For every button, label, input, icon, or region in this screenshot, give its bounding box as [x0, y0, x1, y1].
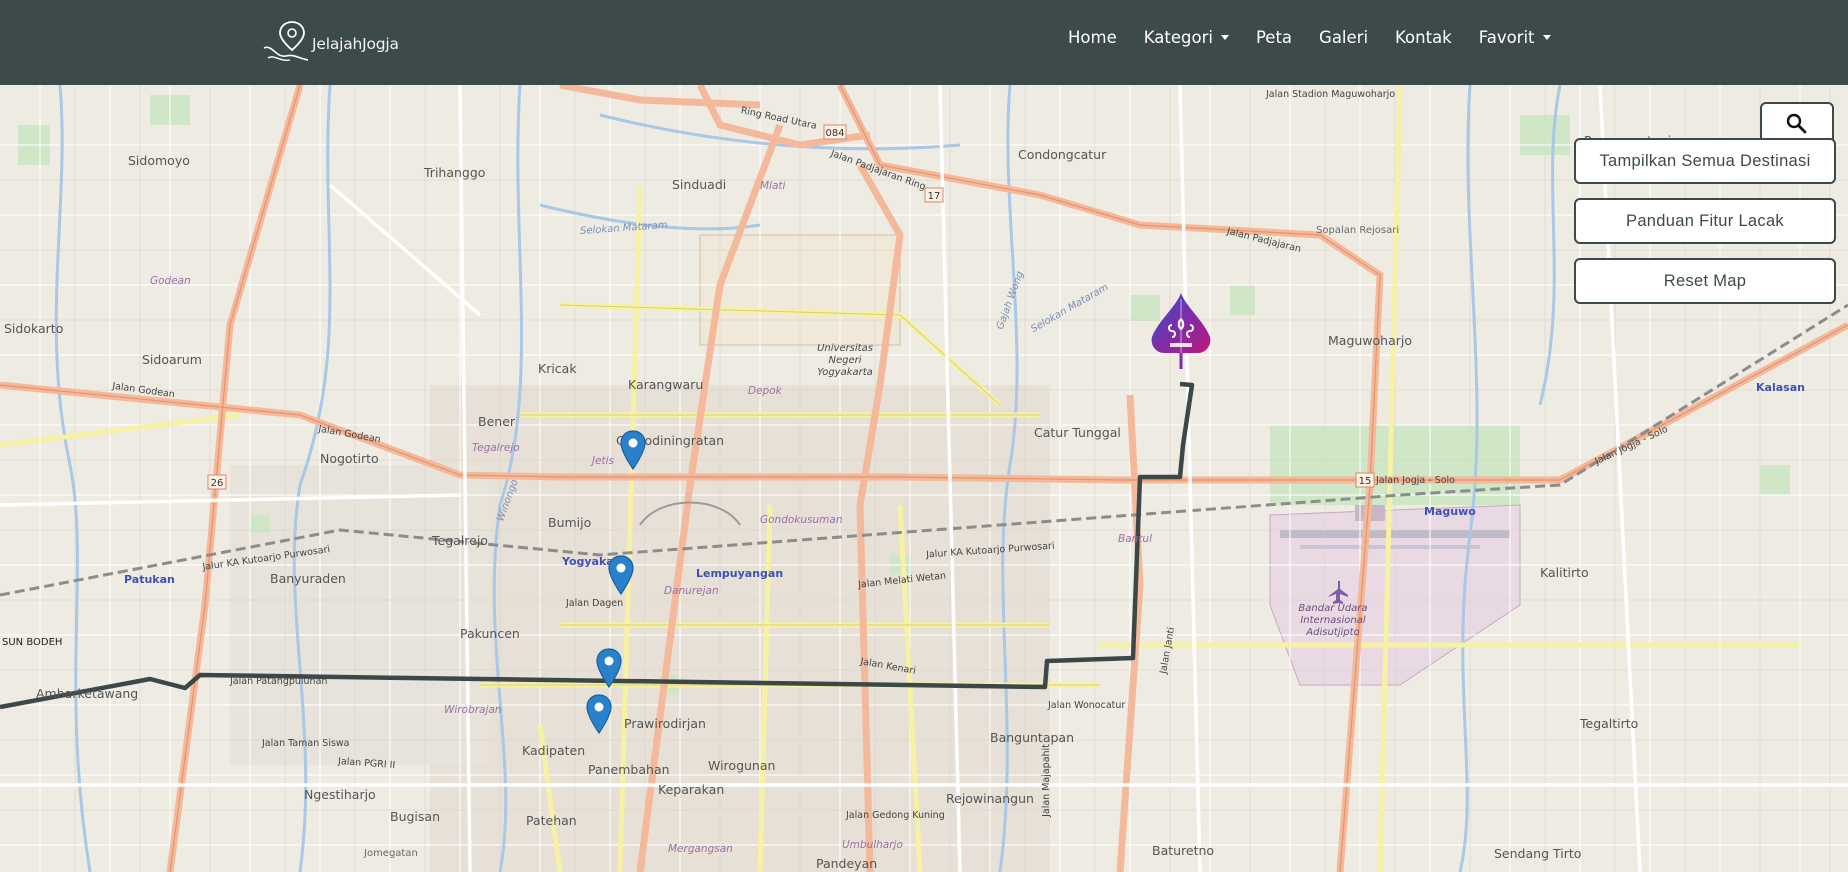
place-label: Keparakan [658, 782, 725, 797]
place-label: Bugisan [390, 809, 440, 824]
place-label: Patehan [526, 813, 577, 828]
nav-galeri-label: Galeri [1319, 28, 1369, 47]
svg-text:26: 26 [211, 478, 224, 489]
map-canvas[interactable]: 084 17 26 15 Sidomoyo Trihanggo Sinduadi… [0, 85, 1848, 872]
place-label: Catur Tunggal [1034, 425, 1121, 440]
road-label: Jalan Gedong Kuning [846, 810, 945, 821]
navbar: JelajahJogja Home Kategori Peta Galeri K… [0, 0, 1848, 85]
station-label: Lempuyangan [696, 567, 784, 580]
place-label: Trihanggo [424, 165, 486, 180]
place-label: Patukan [124, 573, 175, 586]
show-all-label: Tampilkan Semua Destinasi [1599, 151, 1811, 170]
nav-kategori-label: Kategori [1143, 28, 1213, 47]
place-label: Kricak [538, 361, 577, 376]
place-label: Karangwaru [628, 377, 704, 392]
area-label: Depok [748, 385, 782, 397]
nav-peta[interactable]: Peta [1256, 28, 1292, 47]
show-all-destinations-button[interactable]: Tampilkan Semua Destinasi [1574, 138, 1836, 184]
nav-kategori-dropdown[interactable]: Kategori [1144, 28, 1229, 47]
nav-home-label: Home [1068, 28, 1117, 47]
nav-kontak[interactable]: Kontak [1395, 28, 1452, 47]
place-label: Tegaltirto [1580, 716, 1639, 731]
area-label: Godean [150, 275, 191, 287]
station-label: Kalasan [1756, 381, 1805, 394]
area-label: Tegalrejo [472, 442, 520, 454]
nav-favorit-dropdown[interactable]: Favorit [1479, 28, 1551, 47]
area-label: Umbulharjo [842, 839, 903, 851]
brand-name: JelajahJogja [312, 35, 399, 53]
caret-down-icon [1542, 35, 1551, 40]
area-label: Bantul [1118, 533, 1152, 545]
road-label: Jalan Jogja - Solo [1376, 475, 1455, 486]
place-label: Banyuraden [270, 571, 346, 586]
nav-favorit-label: Favorit [1478, 28, 1535, 47]
place-label: Sendang Tirto [1494, 846, 1582, 861]
nav-galeri[interactable]: Galeri [1319, 28, 1368, 47]
place-label: Prawirodirjan [624, 716, 706, 731]
nav-menu: Home Kategori Peta Galeri Kontak Favorit [1068, 28, 1578, 47]
place-label: Pakuncen [460, 626, 520, 641]
nav-peta-label: Peta [1255, 28, 1293, 47]
station-label: Maguwo [1424, 505, 1476, 518]
area-label: Gondokusuman [760, 514, 843, 526]
area-label: Mlati [760, 180, 786, 192]
place-label: Ngestiharjo [304, 787, 376, 802]
place-label: Bandar Udara Internasional Adisutjipto [1298, 603, 1368, 638]
svg-text:15: 15 [1359, 476, 1372, 487]
place-label: Sidomoyo [128, 153, 190, 168]
place-label: Condongcatur [1018, 147, 1107, 162]
place-label: Rejowinangun [946, 791, 1034, 806]
search-icon [1786, 113, 1807, 134]
place-label: Bumijo [548, 515, 592, 530]
tracking-guide-label: Panduan Fitur Lacak [1626, 211, 1784, 230]
place-label: Kalitirto [1540, 565, 1589, 580]
area-label: Wirobrajan [444, 704, 502, 716]
destination-marker-icon[interactable] [596, 648, 622, 688]
place-label: Universitas Negeri Yogyakarta [817, 343, 873, 378]
destination-marker-icon[interactable] [620, 430, 646, 470]
road-label: Jalan Taman Siswa [262, 738, 350, 749]
road-label: Jalan Patangpuluhan [230, 676, 328, 687]
destination-marker-icon[interactable] [608, 555, 634, 595]
area-label: Mergangsan [668, 843, 733, 855]
road-label: Jalan Stadion Maguwoharjo [1266, 89, 1396, 100]
tracking-guide-button[interactable]: Panduan Fitur Lacak [1574, 198, 1836, 244]
caret-down-icon [1220, 35, 1229, 40]
place-label: Bener [478, 414, 516, 429]
reset-map-button[interactable]: Reset Map [1574, 258, 1836, 304]
place-label: Wirogunan [708, 758, 776, 773]
place-label: Sidokarto [4, 321, 64, 336]
road-label: Jalan Dagen [566, 598, 624, 609]
place-label: Kadipaten [522, 743, 586, 758]
place-label: Jomegatan [364, 848, 418, 859]
place-label: Sopalan Rejosari [1316, 225, 1400, 236]
brand-logo[interactable]: JelajahJogja [262, 18, 399, 64]
place-label: Ambarketawang [36, 686, 139, 701]
place-label: Baturetno [1152, 843, 1215, 858]
place-label: Panembahan [588, 762, 670, 777]
map-tiles: 084 17 26 15 [0, 85, 1848, 872]
place-label: Tegalrejo [432, 533, 488, 548]
svg-text:084: 084 [825, 128, 844, 139]
road-label: Jalan Majapahit [1040, 744, 1052, 817]
reset-map-label: Reset Map [1663, 271, 1747, 290]
nav-kontak-label: Kontak [1395, 28, 1452, 47]
area-label: Jetis [592, 455, 615, 467]
road-label: Jalan Wonocatur [1048, 700, 1126, 711]
destination-marker-icon[interactable] [586, 694, 612, 734]
place-label: Sinduadi [672, 177, 727, 192]
place-label: Nogotirto [320, 451, 379, 466]
place-label: Banguntapan [990, 730, 1075, 745]
map-pin-logo-icon [263, 21, 308, 62]
area-label: Danurejan [664, 585, 719, 597]
place-label: SUN BODEH [2, 637, 63, 648]
place-label: Sidoarum [142, 352, 202, 367]
place-label: Pandeyan [816, 856, 878, 871]
svg-text:17: 17 [928, 191, 941, 202]
nav-home[interactable]: Home [1068, 28, 1117, 47]
place-label: Maguwoharjo [1328, 333, 1413, 348]
current-location-icon[interactable] [1148, 291, 1214, 381]
